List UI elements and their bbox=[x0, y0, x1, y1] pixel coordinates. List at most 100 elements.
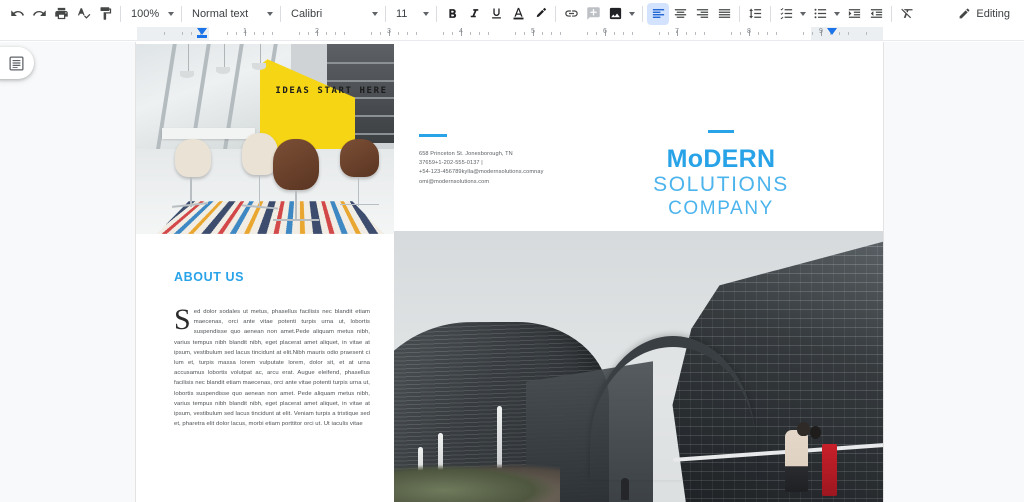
undo-button[interactable] bbox=[6, 3, 28, 25]
toolbar-separator bbox=[280, 5, 281, 22]
ruler-number: 1 bbox=[243, 28, 247, 35]
second-pedestrian-head bbox=[809, 426, 821, 440]
office-table bbox=[161, 127, 255, 139]
ruler-number: 3 bbox=[387, 28, 391, 35]
text-color-button[interactable] bbox=[507, 3, 529, 25]
red-luggage bbox=[821, 444, 837, 497]
document-page[interactable]: IDEAS START HERE 658 Princeton St. Jones… bbox=[136, 42, 883, 502]
toolbar-separator bbox=[181, 5, 182, 22]
distant-pedestrian bbox=[621, 477, 630, 500]
toolbar-separator bbox=[555, 5, 556, 22]
text-color-icon bbox=[513, 7, 523, 20]
about-heading: ABOUT US bbox=[174, 270, 245, 284]
italic-icon bbox=[470, 9, 478, 18]
insert-image-button[interactable] bbox=[604, 3, 626, 25]
zoom-dropdown[interactable]: 100% bbox=[125, 3, 177, 25]
modern-architecture-photo[interactable] bbox=[394, 231, 883, 502]
document-outline-icon bbox=[9, 55, 24, 71]
logo-line-company: COMPANY bbox=[668, 197, 774, 219]
increase-indent-button[interactable] bbox=[865, 3, 887, 25]
toolbar-separator bbox=[739, 5, 740, 22]
company-logo: MoDERN SOLUTIONS COMPANY bbox=[601, 130, 841, 233]
office-interior-photo[interactable]: IDEAS START HERE bbox=[136, 44, 394, 234]
toolbar: 100% Normal text Calibri 11 Editing bbox=[0, 0, 1024, 27]
paragraph-style-value: Normal text bbox=[192, 7, 249, 20]
foreground-foliage bbox=[394, 463, 561, 502]
underline-icon bbox=[491, 8, 501, 19]
undo-icon bbox=[10, 10, 24, 16]
redo-button[interactable] bbox=[28, 3, 50, 25]
line-spacing-icon bbox=[748, 8, 761, 19]
about-body-text[interactable]: Sed dolor sodales ut metus, phasellus fa… bbox=[174, 303, 370, 429]
decrease-indent-icon bbox=[848, 9, 860, 18]
chevron-down-icon bbox=[267, 11, 273, 16]
align-center-button[interactable] bbox=[669, 3, 691, 25]
align-right-button[interactable] bbox=[691, 3, 713, 25]
bulleted-list-icon bbox=[814, 8, 826, 19]
align-left-icon bbox=[652, 9, 664, 18]
checklist-button[interactable] bbox=[775, 3, 797, 25]
font-family-value: Calibri bbox=[291, 7, 323, 20]
font-family-dropdown[interactable]: Calibri bbox=[285, 3, 381, 25]
align-justify-button[interactable] bbox=[713, 3, 735, 25]
underline-button[interactable] bbox=[485, 3, 507, 25]
align-left-button[interactable] bbox=[647, 2, 669, 25]
ruler-number: 7 bbox=[675, 28, 679, 35]
contact-accent-rule bbox=[419, 134, 447, 137]
font-size-value: 11 bbox=[396, 7, 408, 20]
clear-formatting-button[interactable] bbox=[896, 3, 918, 25]
ruler-number: 9 bbox=[819, 28, 823, 35]
print-button[interactable] bbox=[50, 3, 72, 25]
align-right-icon bbox=[696, 9, 708, 18]
add-comment-button[interactable] bbox=[582, 3, 604, 25]
spellcheck-icon bbox=[77, 8, 90, 19]
ruler-number: 2 bbox=[315, 28, 319, 35]
paint-format-button[interactable] bbox=[94, 3, 116, 25]
pedestrian-in-beige-coat bbox=[785, 430, 809, 493]
contact-block: 658 Princeton St. Jonesborough, TN 37659… bbox=[419, 134, 594, 187]
chevron-down-icon bbox=[629, 11, 635, 16]
chevron-down-icon bbox=[834, 11, 840, 16]
redo-icon bbox=[32, 10, 46, 16]
line-spacing-button[interactable] bbox=[744, 3, 766, 25]
checklist-dropdown[interactable] bbox=[797, 3, 809, 25]
paint-format-icon bbox=[100, 7, 111, 20]
bulleted-list-dropdown[interactable] bbox=[831, 3, 843, 25]
pencil-icon bbox=[959, 8, 970, 19]
ruler-number: 5 bbox=[531, 28, 535, 35]
chevron-down-icon bbox=[168, 11, 174, 16]
spellcheck-button[interactable] bbox=[72, 3, 94, 25]
decrease-indent-button[interactable] bbox=[843, 3, 865, 25]
pedestrian-head bbox=[797, 422, 811, 437]
chevron-down-icon bbox=[372, 11, 378, 16]
insert-link-button[interactable] bbox=[560, 3, 582, 25]
horizontal-ruler[interactable]: 1 2 3 4 5 6 7 8 9 bbox=[137, 27, 883, 40]
link-icon bbox=[564, 10, 578, 17]
chevron-down-icon bbox=[800, 11, 806, 16]
left-margin-bar[interactable] bbox=[197, 35, 207, 38]
highlight-color-button[interactable] bbox=[529, 3, 551, 25]
logo-line-modern: MoDERN bbox=[666, 144, 776, 173]
toolbar-separator bbox=[120, 5, 121, 22]
canvas-left-gutter bbox=[0, 42, 136, 502]
right-indent-marker[interactable] bbox=[827, 28, 837, 35]
ruler-number: 4 bbox=[459, 28, 463, 35]
bold-button[interactable] bbox=[441, 3, 463, 25]
insert-image-dropdown[interactable] bbox=[626, 3, 638, 25]
show-outline-button[interactable] bbox=[0, 47, 34, 79]
clear-formatting-icon bbox=[900, 8, 912, 19]
toolbar-separator bbox=[385, 5, 386, 22]
bulleted-list-button[interactable] bbox=[809, 3, 831, 25]
left-indent-marker[interactable] bbox=[197, 28, 207, 35]
paragraph-style-dropdown[interactable]: Normal text bbox=[186, 3, 276, 25]
italic-button[interactable] bbox=[463, 3, 485, 25]
bold-icon bbox=[448, 9, 456, 18]
font-size-dropdown[interactable]: 11 bbox=[390, 3, 432, 25]
marker-pen-icon bbox=[536, 7, 546, 18]
document-canvas[interactable]: IDEAS START HERE 658 Princeton St. Jones… bbox=[0, 42, 1024, 502]
chevron-down-icon bbox=[423, 11, 429, 16]
ruler-number: 6 bbox=[603, 28, 607, 35]
comment-plus-icon bbox=[586, 7, 600, 20]
image-icon bbox=[609, 7, 621, 20]
editing-mode-button[interactable]: Editing bbox=[950, 3, 1018, 25]
